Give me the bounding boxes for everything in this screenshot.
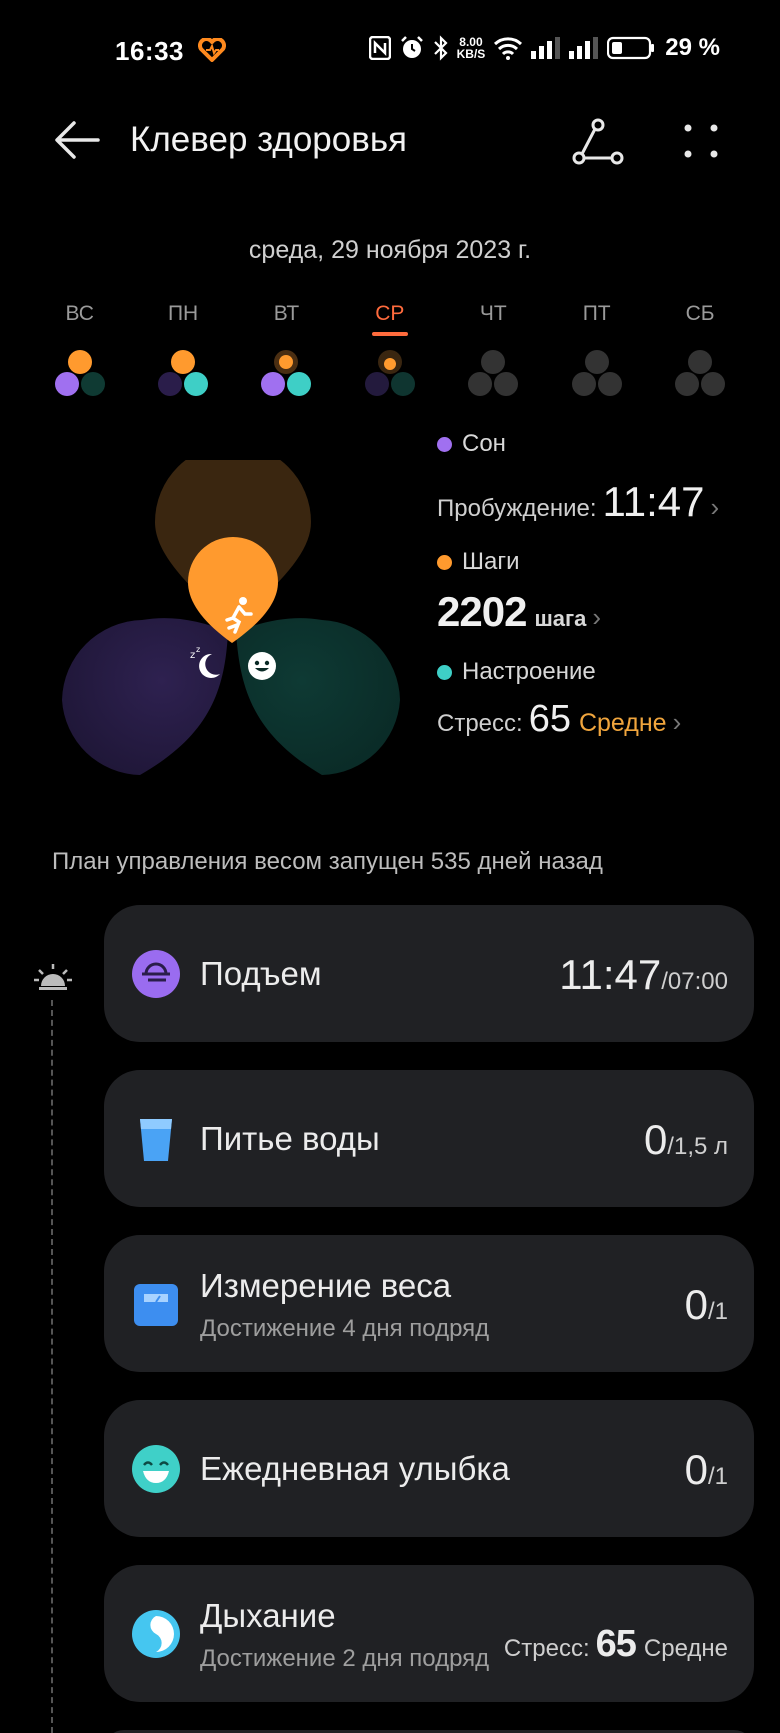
wake-label: Пробуждение:: [437, 495, 597, 522]
task-card-breathing[interactable]: Дыхание Достижение 2 дня подряд Стресс: …: [104, 1565, 754, 1702]
stress-row[interactable]: Стресс: 65 Средне ›: [437, 698, 777, 741]
mood-label: Настроение: [462, 658, 596, 685]
app-header: Клевер здоровья: [0, 104, 780, 176]
steps-label: Шаги: [462, 548, 520, 575]
day-clover-icon: [363, 350, 417, 400]
plan-note: План управления весом запущен 535 дней н…: [52, 848, 603, 875]
battery-percent: 29 %: [665, 34, 720, 61]
task-title: Измерение веса: [200, 1267, 452, 1304]
more-dots-icon: [684, 124, 718, 158]
clover-stats: Сон Пробуждение: 11:47 › Шаги 2202 шага …: [437, 430, 777, 741]
task-value: 0 /1: [684, 1281, 728, 1328]
task-title: Ежедневная улыбка: [200, 1450, 510, 1487]
task-list: Подъем 11:47 /07:00 Питье воды 0 /1,5 л …: [104, 905, 754, 1733]
svg-text:z: z: [196, 645, 200, 654]
signal-icon-1: [531, 37, 561, 59]
task-value: Стресс: 65 Средне: [503, 1623, 728, 1665]
task-value: 0 /1,5 л: [643, 1116, 728, 1163]
svg-text:z: z: [190, 650, 195, 661]
sleep-label: Сон: [462, 430, 506, 457]
day-clover-icon: [259, 350, 313, 400]
mood-dot-icon: [437, 664, 452, 680]
nfc-icon: [368, 36, 391, 60]
task-subtitle: Достижение 2 дня подряд: [200, 1645, 490, 1672]
chevron-right-icon: ›: [592, 602, 602, 632]
arrow-left-icon: [55, 121, 100, 159]
health-heart-icon: [198, 38, 226, 62]
scale-icon: [134, 1284, 178, 1326]
task-title: Питье воды: [200, 1120, 380, 1157]
day-clover-icon: [466, 350, 520, 400]
more-options-button[interactable]: [676, 118, 726, 168]
share-icon: [572, 118, 624, 165]
status-time: 16:33: [115, 36, 184, 66]
day-wed[interactable]: СР: [338, 302, 441, 400]
steps-unit: шага: [534, 606, 587, 631]
stress-value: 65: [528, 698, 571, 740]
task-title: Дыхание: [200, 1597, 336, 1634]
mood-smile-icon: [248, 652, 276, 680]
smile-icon: [132, 1445, 180, 1493]
current-date: среда, 29 ноября 2023 г.: [248, 236, 532, 264]
wake-row[interactable]: Пробуждение: 11:47 ›: [437, 478, 777, 526]
steps-value: 2202: [437, 588, 527, 635]
health-clover-chart[interactable]: z z: [60, 460, 410, 790]
task-value: 11:47 /07:00: [559, 951, 728, 998]
day-clover-icon: [156, 350, 210, 400]
breathing-icon: [132, 1610, 180, 1658]
day-clover-icon: [53, 350, 107, 400]
bluetooth-icon: [433, 35, 449, 61]
network-speed: 8.00 KB/S: [456, 35, 486, 61]
day-clover-icon: [570, 350, 624, 400]
week-selector: ВС ПН ВТ СР ЧТ ПТ СБ: [28, 302, 752, 400]
task-card-smile[interactable]: Ежедневная улыбка 0 /1: [104, 1400, 754, 1537]
sleep-dot-icon: [437, 436, 452, 452]
steps-dot-icon: [437, 554, 452, 570]
sleep-petal: [62, 618, 228, 775]
mood-petal: [236, 618, 400, 775]
wake-up-icon: [132, 950, 180, 998]
day-tue[interactable]: ВТ: [235, 302, 338, 400]
task-card-wakeup[interactable]: Подъем 11:47 /07:00: [104, 905, 754, 1042]
signal-icon-2: [569, 37, 599, 59]
day-mon[interactable]: ПН: [131, 302, 234, 400]
day-thu[interactable]: ЧТ: [442, 302, 545, 400]
chevron-right-icon: ›: [672, 707, 682, 737]
task-value: 0 /1: [684, 1446, 728, 1493]
timeline-line: [51, 1000, 53, 1733]
steps-row[interactable]: 2202 шага ›: [437, 588, 777, 636]
chevron-right-icon: ›: [710, 492, 720, 522]
wifi-icon: [493, 36, 523, 60]
task-subtitle: Достижение 4 дня подряд: [200, 1315, 490, 1342]
page-title: Клевер здоровья: [130, 120, 408, 159]
battery-icon: [607, 36, 655, 60]
water-glass-icon: [140, 1119, 172, 1161]
day-sat[interactable]: СБ: [648, 302, 751, 400]
share-button[interactable]: [570, 114, 626, 170]
task-title: Подъем: [200, 955, 322, 992]
day-clover-icon: [673, 350, 727, 400]
day-sun[interactable]: ВС: [28, 302, 131, 400]
active-day-indicator: [371, 332, 408, 336]
stress-level: Средне: [578, 709, 667, 737]
alarm-bell-icon: [34, 964, 72, 990]
wake-time: 11:47: [602, 478, 705, 525]
task-card-water[interactable]: Питье воды 0 /1,5 л: [104, 1070, 754, 1207]
stress-label: Стресс:: [437, 710, 523, 737]
alarm-icon: [399, 35, 425, 61]
task-card-weight[interactable]: Измерение веса Достижение 4 дня подряд 0…: [104, 1235, 754, 1372]
day-fri[interactable]: ПТ: [545, 302, 648, 400]
back-button[interactable]: [52, 118, 102, 162]
status-bar: 16:33 8.00 KB/S 29 %: [0, 0, 780, 104]
